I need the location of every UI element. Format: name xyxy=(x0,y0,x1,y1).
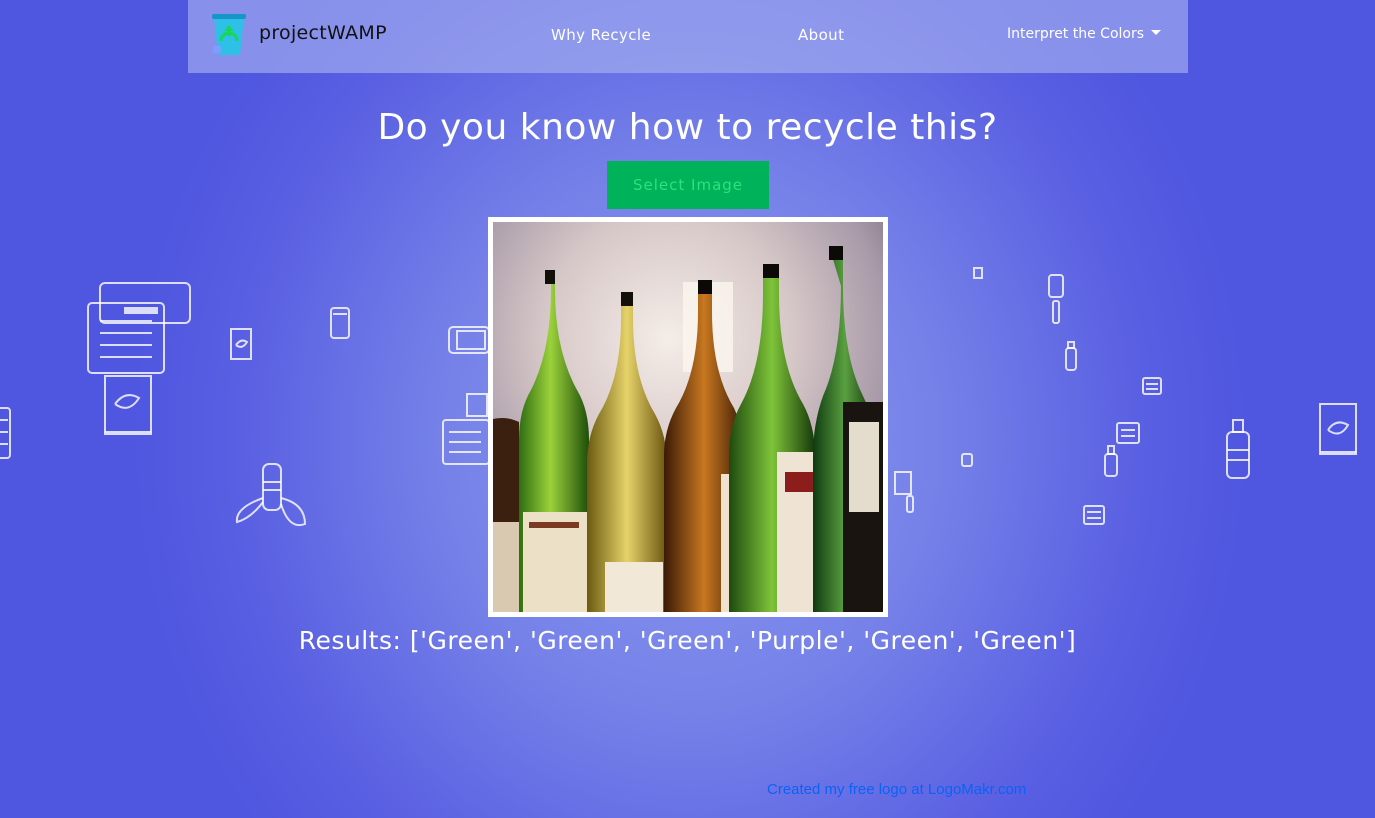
page: { "brand": { "name": "projectWAMP", "log… xyxy=(0,0,1375,818)
uploaded-image xyxy=(493,222,883,612)
results-text: Results: ['Green', 'Green', 'Green', 'Pu… xyxy=(298,626,1077,655)
chip-bag-icon xyxy=(230,328,252,360)
nav-about[interactable]: About xyxy=(798,26,844,44)
chevron-down-icon xyxy=(1151,30,1162,35)
phone-icon xyxy=(448,326,490,354)
soda-can-icon xyxy=(330,307,350,339)
navbar: projectWAMP Why Recycle About Interpret … xyxy=(188,0,1188,73)
newspaper-icon xyxy=(1142,377,1162,395)
newspaper-icon xyxy=(1083,505,1105,525)
newspaper-icon xyxy=(0,407,11,459)
recycle-bin-icon xyxy=(212,14,246,55)
uploaded-image-frame xyxy=(488,217,888,617)
nav-why-recycle[interactable]: Why Recycle xyxy=(551,26,651,44)
newspaper-icon xyxy=(442,393,490,465)
newspaper-icon xyxy=(1116,422,1140,444)
water-bottle-icon xyxy=(1065,341,1077,371)
water-bottle-icon xyxy=(1226,419,1250,479)
page-title: Do you know how to recycle this? xyxy=(377,107,998,148)
brand-name: projectWAMP xyxy=(259,22,387,44)
newspaper-icon xyxy=(87,282,191,374)
soda-can-icon xyxy=(1048,274,1064,324)
water-bottle-icon xyxy=(1104,445,1118,477)
banana-peel-icon xyxy=(235,463,307,526)
logomakr-credit-link[interactable]: Created my free logo at LogoMakr.com xyxy=(767,781,1026,798)
select-image-button[interactable]: Select Image xyxy=(607,161,769,209)
nav-interpret-colors-dropdown[interactable]: Interpret the Colors xyxy=(1007,26,1162,42)
phone-icon xyxy=(961,453,973,467)
chip-bag-icon xyxy=(894,471,914,513)
phone-icon xyxy=(973,267,983,279)
nav-interpret-colors-label: Interpret the Colors xyxy=(1007,26,1145,42)
chip-bag-icon xyxy=(1319,403,1357,455)
chip-bag-icon xyxy=(104,375,152,435)
brand[interactable]: projectWAMP xyxy=(210,13,387,57)
